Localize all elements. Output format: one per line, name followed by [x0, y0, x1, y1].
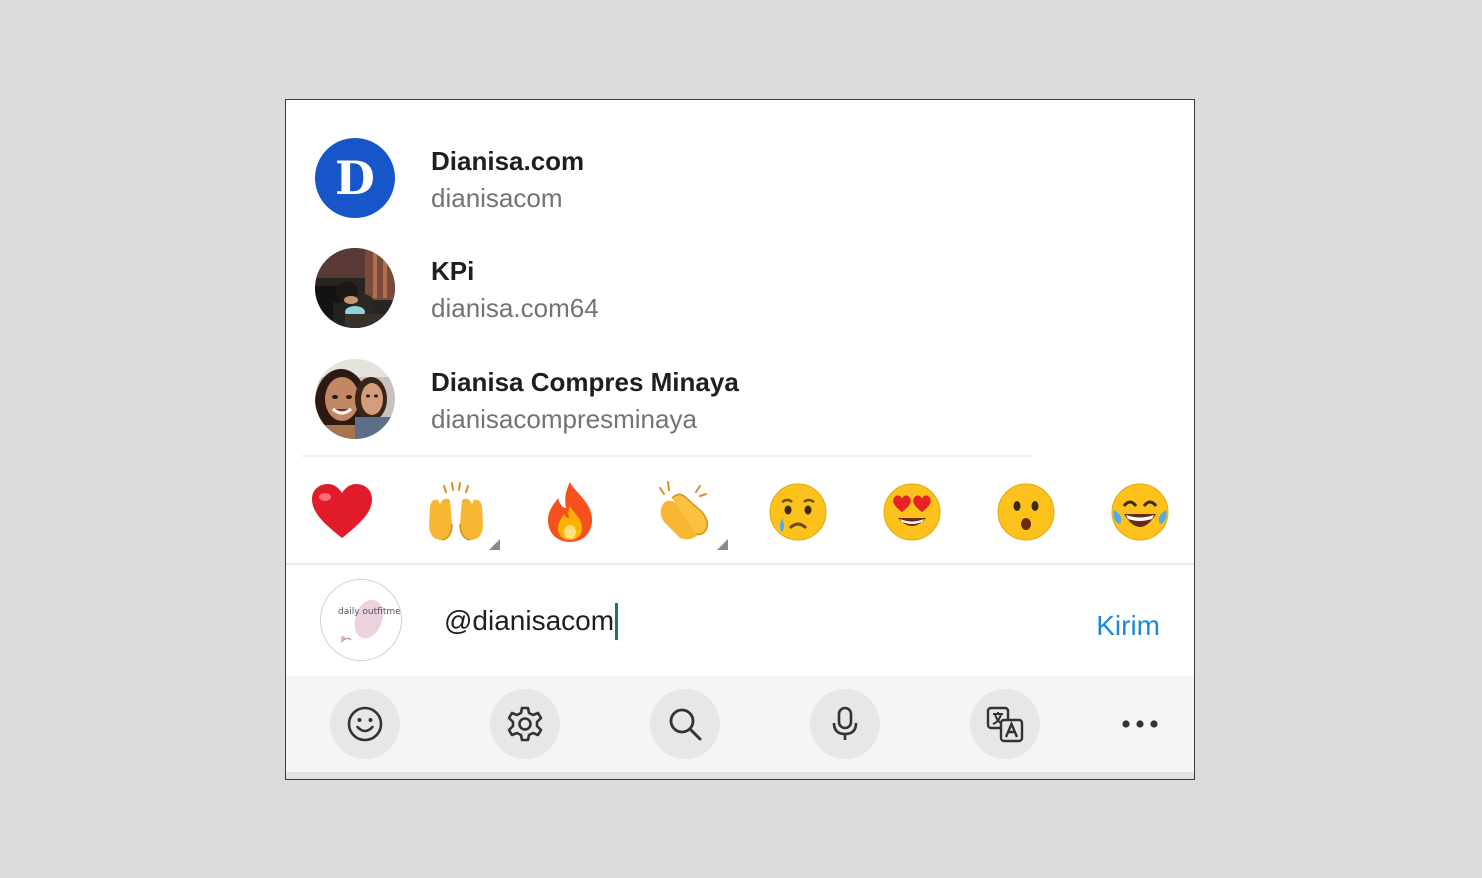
avatar-logo-text: daily outfitmee	[338, 607, 401, 617]
comment-input[interactable]: @dianisacom	[444, 601, 619, 641]
microphone-icon[interactable]	[810, 689, 880, 759]
heart-eyes-emoji-button[interactable]	[880, 480, 944, 544]
suggestion-item-kpi[interactable]: KPi dianisa.com64	[286, 220, 1194, 330]
suggestion-name: KPi	[431, 256, 475, 286]
crying-face-emoji-button[interactable]	[766, 480, 830, 544]
fire-emoji-button[interactable]	[538, 480, 602, 544]
translate-icon[interactable]	[970, 689, 1040, 759]
smiley-icon[interactable]	[330, 689, 400, 759]
comment-panel: D Dianisa.com dianisacom KPi dianisa.com…	[285, 99, 1195, 780]
suggestion-item-dianisa-com[interactable]: D Dianisa.com dianisacom	[286, 110, 1194, 220]
keyboard-toolbar	[286, 676, 1194, 772]
variant-indicator	[489, 539, 500, 550]
mention-suggestion-list: D Dianisa.com dianisacom KPi dianisa.com…	[286, 100, 1194, 456]
suggestion-handle: dianisa.com64	[431, 293, 599, 323]
divider	[286, 772, 1194, 779]
suggestion-handle: dianisacompresminaya	[431, 404, 697, 434]
suggestion-item-dianisa-compres-minaya[interactable]: Dianisa Compres Minaya dianisacompresmin…	[286, 331, 1194, 441]
suggestion-name: Dianisa.com	[431, 146, 585, 176]
avatar: D	[315, 138, 395, 218]
quick-emoji-bar	[286, 456, 1194, 562]
text-caret	[615, 602, 619, 640]
suggestion-name: Dianisa Compres Minaya	[431, 367, 739, 397]
heart-emoji-button[interactable]	[310, 480, 374, 544]
comment-input-value: @dianisacom	[444, 605, 615, 636]
current-user-avatar: daily outfitmee	[320, 579, 402, 661]
suggestion-handle: dianisacom	[431, 183, 563, 213]
avatar	[315, 248, 395, 328]
comment-composer: daily outfitmee @dianisacom Kirim	[286, 565, 1194, 676]
gear-icon[interactable]	[490, 689, 560, 759]
variant-indicator	[717, 539, 728, 550]
raising-hands-emoji-button[interactable]	[424, 480, 500, 550]
search-icon[interactable]	[650, 689, 720, 759]
avatar	[315, 359, 395, 439]
send-button[interactable]: Kirim	[1096, 610, 1160, 642]
more-icon[interactable]	[1105, 689, 1175, 759]
surprised-face-emoji-button[interactable]	[994, 480, 1058, 544]
avatar-letter: D	[335, 151, 375, 205]
tears-of-joy-emoji-button[interactable]	[1108, 480, 1172, 544]
clapping-hands-emoji-button[interactable]	[652, 480, 728, 550]
